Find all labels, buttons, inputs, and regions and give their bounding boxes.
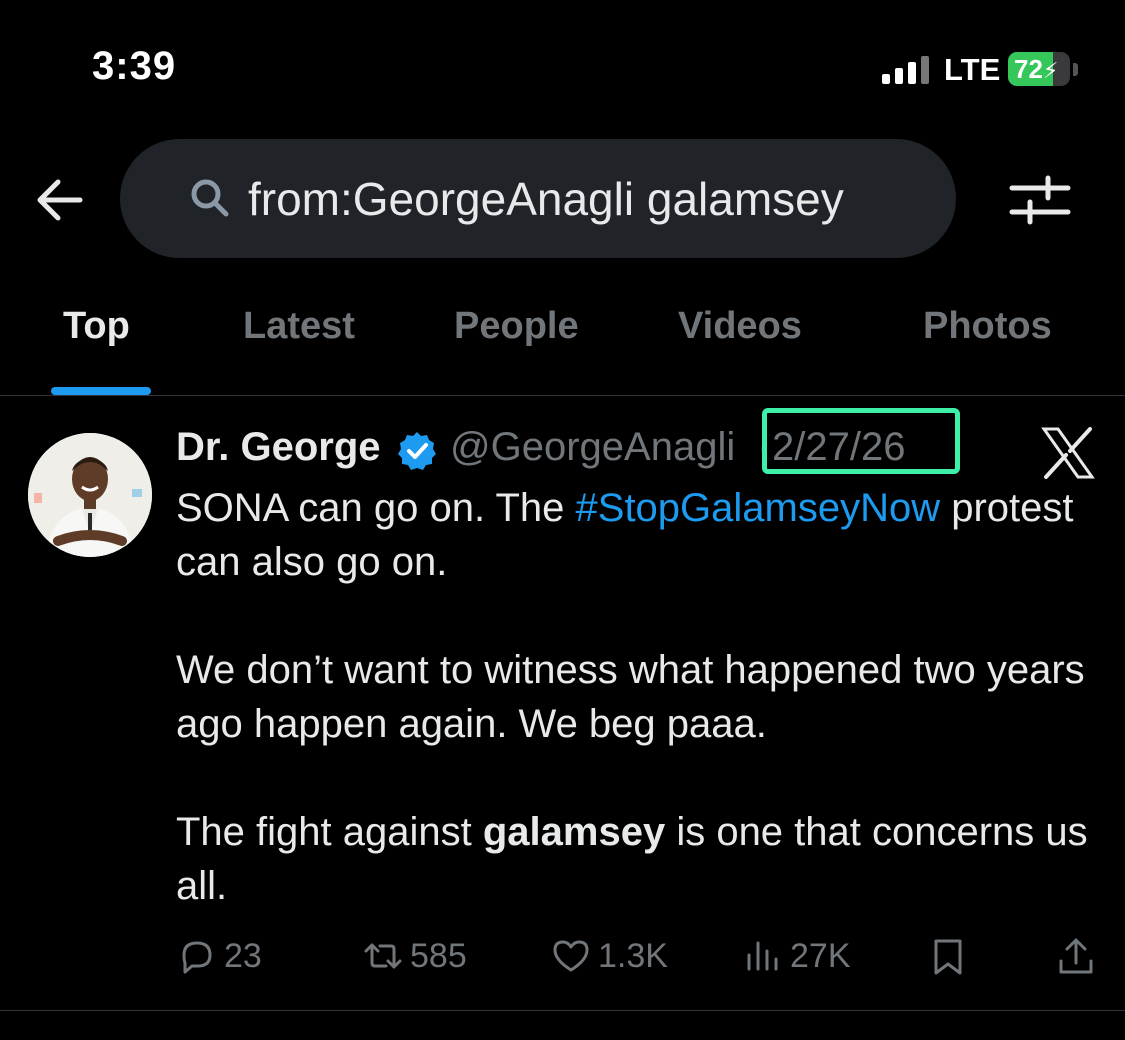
reply-icon <box>182 941 212 974</box>
views-button[interactable]: 27K <box>742 935 851 977</box>
repost-icon <box>364 943 402 969</box>
tab-top[interactable]: Top <box>63 305 130 348</box>
tweet-text-part: SONA can go on. The <box>176 486 576 530</box>
search-match-highlight: galamsey <box>482 810 666 854</box>
repost-count: 585 <box>410 936 467 975</box>
share-icon <box>1059 938 1093 974</box>
reply-button[interactable]: 23 <box>176 935 262 977</box>
arrow-left-icon <box>37 179 83 221</box>
verified-badge-icon <box>396 430 438 472</box>
tweet-text-part: The fight against <box>176 810 483 854</box>
active-tab-indicator <box>51 387 151 395</box>
views-chart-icon <box>747 941 778 971</box>
tweet-paragraph-2: We don’t want to witness what happened t… <box>176 648 1085 746</box>
back-button[interactable] <box>30 170 90 230</box>
search-icon <box>188 176 232 220</box>
avatar[interactable] <box>28 433 152 557</box>
network-type: LTE <box>944 52 1001 87</box>
tweet-text: SONA can go on. The #StopGalamseyNow pro… <box>176 481 1096 913</box>
tab-videos[interactable]: Videos <box>678 305 802 348</box>
tab-photos[interactable]: Photos <box>923 305 1052 348</box>
like-count: 1.3K <box>598 936 668 975</box>
heart-icon <box>553 940 589 972</box>
hashtag-link[interactable]: #StopGalamseyNow <box>576 486 941 530</box>
date-highlight-box <box>762 408 960 474</box>
like-button[interactable]: 1.3K <box>550 935 668 977</box>
tabs-divider <box>0 395 1125 396</box>
views-count: 27K <box>790 936 851 975</box>
tweet-divider <box>0 1010 1125 1011</box>
battery-level: 72 <box>1014 54 1043 84</box>
repost-button[interactable]: 585 <box>362 935 467 977</box>
search-input[interactable]: from:GeorgeAnagli galamsey <box>248 172 844 226</box>
bookmark-icon <box>934 939 962 975</box>
share-button[interactable] <box>1054 935 1098 979</box>
tab-latest[interactable]: Latest <box>243 305 355 348</box>
battery-charging-icon: 72⚡ <box>1008 52 1070 86</box>
battery-cap <box>1073 63 1078 76</box>
x-logo-icon <box>1040 425 1096 481</box>
search-filter-button[interactable] <box>1008 170 1072 230</box>
tab-people[interactable]: People <box>454 305 579 348</box>
sliders-icon <box>1009 175 1071 225</box>
author-handle[interactable]: @GeorgeAnagli <box>450 425 735 470</box>
author-name[interactable]: Dr. George <box>176 425 381 470</box>
reply-count: 23 <box>224 936 262 975</box>
bookmark-button[interactable] <box>926 935 970 979</box>
status-time: 3:39 <box>92 44 177 88</box>
signal-icon <box>882 54 929 84</box>
